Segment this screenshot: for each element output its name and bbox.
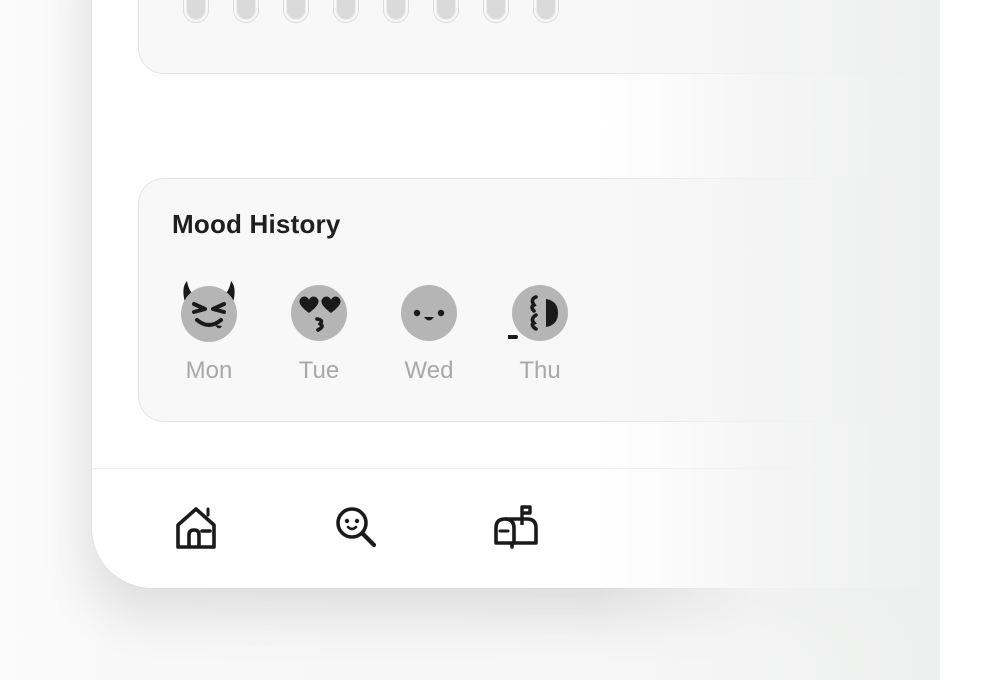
- sleep-bar: [333, 0, 359, 23]
- half-faced-sleepy-icon: [508, 279, 572, 343]
- smiling-devil-face-icon: [177, 279, 241, 343]
- sleep-bar: [533, 0, 559, 23]
- sleep-bar: [483, 0, 509, 23]
- sleep-bar: [283, 0, 309, 23]
- sleep-bar-fill: [237, 0, 255, 19]
- sleep-bar: [383, 0, 409, 23]
- mailbox-icon: [494, 505, 538, 549]
- mood-day-thu[interactable]: Thu: [500, 279, 580, 385]
- nav-home-button[interactable]: [170, 501, 222, 553]
- blushing-smile-face-icon: [397, 279, 461, 343]
- sleep-bar-fill: [387, 0, 405, 19]
- sleep-bar: [183, 0, 209, 23]
- mood-day-mon[interactable]: Mon: [169, 279, 249, 385]
- sleep-bar: [233, 0, 259, 23]
- sleep-bar: [433, 0, 459, 23]
- nav-mailbox-button[interactable]: [490, 501, 542, 553]
- sleep-bar-fill: [437, 0, 455, 19]
- mood-day-label: Wed: [404, 357, 454, 384]
- sleep-bars-card: [138, 0, 940, 74]
- mood-day-label: Mon: [185, 357, 233, 384]
- sleep-bar-fill: [187, 0, 205, 19]
- app-screen: Mood History Mon Tue Wed Thu: [92, 0, 940, 588]
- sleep-bar-fill: [337, 0, 355, 19]
- right-margin: [940, 0, 1000, 680]
- mood-day-wed[interactable]: Wed: [389, 279, 469, 385]
- sleep-bar-fill: [487, 0, 505, 19]
- sleep-bar-fill: [537, 0, 555, 19]
- bottom-nav-bar: [92, 468, 940, 588]
- face-blowing-kiss-icon: [287, 279, 351, 343]
- mood-day-label: Tue: [298, 357, 340, 384]
- nav-search-button[interactable]: [330, 501, 382, 553]
- sleep-bar-fill: [287, 0, 305, 19]
- search-icon: [336, 507, 377, 548]
- mood-history-card: Mood History Mon Tue Wed Thu: [138, 178, 940, 422]
- mood-day-label: Thu: [519, 357, 561, 384]
- home-icon: [176, 507, 216, 549]
- mood-day-tue[interactable]: Tue: [279, 279, 359, 385]
- mood-history-title: Mood History: [172, 209, 341, 239]
